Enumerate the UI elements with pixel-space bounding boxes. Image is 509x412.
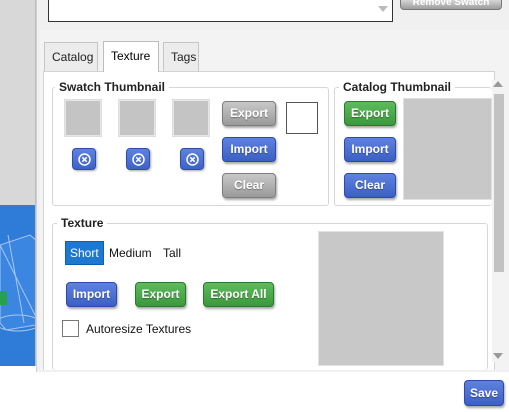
catalog-thumbnail-image[interactable] bbox=[403, 98, 492, 200]
description-scroll-down-icon[interactable] bbox=[378, 6, 388, 12]
tab-texture[interactable]: Texture bbox=[103, 41, 159, 72]
viewport-background bbox=[0, 0, 35, 205]
autoresize-textures-checkbox[interactable] bbox=[62, 320, 79, 337]
swatch-export-button[interactable]: Export bbox=[222, 101, 276, 126]
swatch-thumbnail-slot[interactable] bbox=[118, 99, 156, 137]
save-button[interactable]: Save bbox=[464, 380, 504, 406]
texture-export-all-button[interactable]: Export All bbox=[203, 282, 274, 307]
texture-title: Texture bbox=[57, 216, 108, 230]
3d-viewport[interactable] bbox=[0, 0, 36, 366]
swatch-thumbnail-slot[interactable] bbox=[64, 99, 102, 137]
remove-swatch-slot-button[interactable] bbox=[72, 148, 96, 170]
close-circle-icon bbox=[131, 152, 145, 166]
catalog-clear-button[interactable]: Clear bbox=[344, 173, 396, 198]
scrollbar-thumb[interactable] bbox=[494, 94, 504, 272]
remove-swatch-slot-button[interactable] bbox=[126, 148, 150, 170]
description-textbox[interactable] bbox=[48, 0, 393, 22]
viewport-floor bbox=[0, 205, 35, 366]
catalog-thumbnail-title: Catalog Thumbnail bbox=[339, 80, 455, 94]
texture-size-medium[interactable]: Medium bbox=[109, 242, 152, 264]
tab-catalog[interactable]: Catalog bbox=[44, 42, 98, 71]
texture-import-button[interactable]: Import bbox=[66, 282, 117, 307]
close-circle-icon bbox=[185, 152, 199, 166]
swatch-clear-button[interactable]: Clear bbox=[222, 173, 276, 198]
texture-preview-image[interactable] bbox=[318, 231, 444, 366]
catalog-export-button[interactable]: Export bbox=[344, 101, 396, 126]
tab-tags[interactable]: Tags bbox=[163, 42, 199, 71]
scroll-down-icon[interactable] bbox=[493, 353, 503, 359]
swatch-thumbnail-slot[interactable] bbox=[172, 99, 210, 137]
swatch-import-button[interactable]: Import bbox=[222, 137, 276, 162]
swatch-color-preview[interactable] bbox=[286, 102, 318, 134]
texture-size-short[interactable]: Short bbox=[65, 241, 104, 265]
remove-swatch-button[interactable]: Remove Swatch bbox=[400, 0, 502, 10]
close-circle-icon bbox=[77, 152, 91, 166]
viewport-model bbox=[0, 234, 35, 332]
remove-swatch-slot-button[interactable] bbox=[180, 148, 204, 170]
scroll-up-icon[interactable] bbox=[493, 81, 503, 87]
autoresize-textures-label: Autoresize Textures bbox=[86, 322, 192, 336]
texture-size-tall[interactable]: Tall bbox=[163, 242, 181, 264]
texture-export-button[interactable]: Export bbox=[135, 282, 186, 307]
catalog-import-button[interactable]: Import bbox=[344, 137, 396, 162]
swatch-thumbnail-title: Swatch Thumbnail bbox=[55, 80, 170, 94]
